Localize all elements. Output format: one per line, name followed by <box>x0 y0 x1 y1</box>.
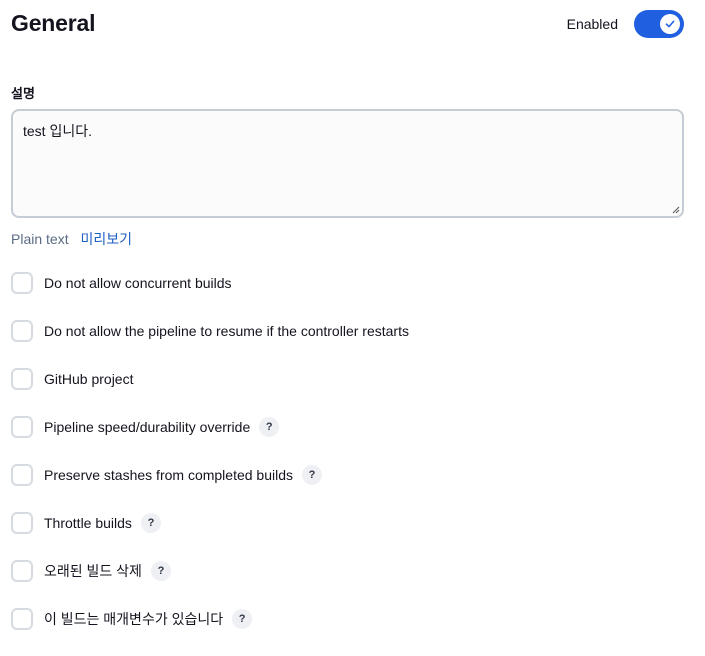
general-section-header: General Enabled <box>11 8 684 42</box>
option-label[interactable]: Preserve stashes from completed builds <box>44 464 293 486</box>
check-icon <box>665 20 675 28</box>
option-parameterized-build: 이 빌드는 매개변수가 있습니다 ? <box>11 608 684 656</box>
option-label[interactable]: Do not allow concurrent builds <box>44 272 232 294</box>
option-github-project: GitHub project <box>11 368 684 416</box>
checkbox[interactable] <box>11 272 33 294</box>
checkbox[interactable] <box>11 608 33 630</box>
description-text[interactable]: test 입니다. <box>23 123 92 139</box>
plain-text-label: Plain text <box>11 231 69 247</box>
option-label[interactable]: GitHub project <box>44 368 133 390</box>
description-label: 설명 <box>11 86 35 101</box>
option-label[interactable]: Do not allow the pipeline to resume if t… <box>44 320 409 342</box>
page-title: General <box>11 10 96 36</box>
option-preserve-stashes: Preserve stashes from completed builds ? <box>11 464 684 512</box>
options-list: Do not allow concurrent builds Do not al… <box>11 272 684 656</box>
resize-grip-icon[interactable] <box>672 206 680 214</box>
checkbox[interactable] <box>11 560 33 582</box>
option-pipeline-resume: Do not allow the pipeline to resume if t… <box>11 320 684 368</box>
checkbox[interactable] <box>11 368 33 390</box>
option-label[interactable]: Throttle builds <box>44 512 132 534</box>
enabled-toggle[interactable] <box>634 10 684 38</box>
text-format-row: Plain text 미리보기 <box>11 229 132 249</box>
option-durability-override: Pipeline speed/durability override ? <box>11 416 684 464</box>
option-label[interactable]: 오래된 빌드 삭제 <box>44 560 142 582</box>
help-icon[interactable]: ? <box>232 609 253 629</box>
enabled-label: Enabled <box>566 16 618 32</box>
checkbox[interactable] <box>11 464 33 486</box>
enabled-control: Enabled <box>567 10 684 38</box>
option-label[interactable]: 이 빌드는 매개변수가 있습니다 <box>44 608 223 630</box>
description-textarea[interactable]: test 입니다. <box>11 109 684 218</box>
option-discard-old-builds: 오래된 빌드 삭제 ? <box>11 560 684 608</box>
option-label[interactable]: Pipeline speed/durability override <box>44 416 250 438</box>
checkbox[interactable] <box>11 320 33 342</box>
preview-link[interactable]: 미리보기 <box>80 231 132 247</box>
help-icon[interactable]: ? <box>140 513 161 533</box>
checkbox[interactable] <box>11 512 33 534</box>
help-icon[interactable]: ? <box>150 561 171 581</box>
option-throttle-builds: Throttle builds ? <box>11 512 684 560</box>
help-icon[interactable]: ? <box>302 465 322 485</box>
toggle-knob <box>660 14 680 34</box>
option-concurrent-builds: Do not allow concurrent builds <box>11 272 684 320</box>
help-icon[interactable]: ? <box>259 417 280 437</box>
checkbox[interactable] <box>11 416 33 438</box>
